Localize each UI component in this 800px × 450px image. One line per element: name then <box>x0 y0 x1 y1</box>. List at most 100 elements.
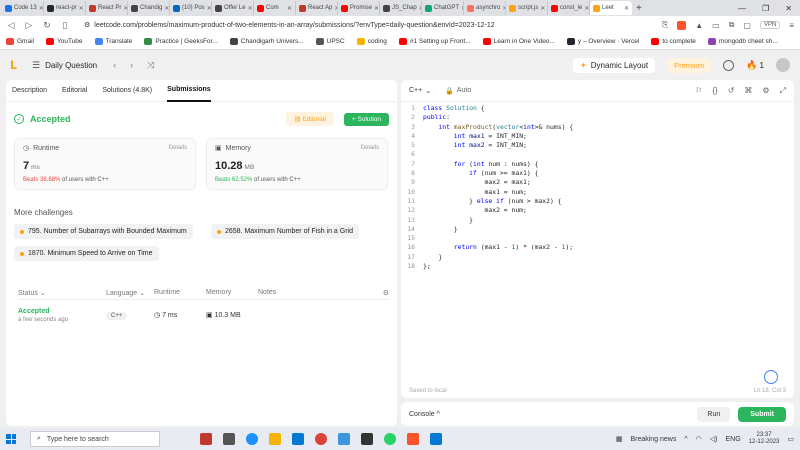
breaking-news[interactable]: Breaking news <box>630 436 676 443</box>
back-icon[interactable]: ◁ <box>6 20 16 31</box>
bookmark-item[interactable]: Translate <box>94 38 132 45</box>
next-problem-icon[interactable]: › <box>130 60 133 71</box>
problem-list-button[interactable]: ☰ Daily Question <box>32 60 97 71</box>
language-column-header[interactable]: Language ⌄ <box>106 289 154 297</box>
memory-details-link[interactable]: Details <box>361 145 379 151</box>
browser-tab[interactable]: Leet ✕ <box>590 1 632 15</box>
tab-close-icon[interactable]: ✕ <box>39 5 43 12</box>
share-icon[interactable]: ⎘ <box>662 20 668 30</box>
sidebar-icon[interactable]: ▭ <box>712 21 720 30</box>
url-field[interactable]: ⚙ leetcode.com/problems/maximum-product-… <box>78 19 548 32</box>
premium-button[interactable]: Premium <box>667 57 712 73</box>
runtime-details-link[interactable]: Details <box>169 145 187 151</box>
browser-tab[interactable]: Offer Le ✕ <box>212 1 254 15</box>
tab-description[interactable]: Description <box>12 80 47 102</box>
bookmark-item[interactable]: Chandigarh Univers... <box>229 38 304 45</box>
widget-icon[interactable] <box>200 433 212 445</box>
brave-icon[interactable] <box>407 433 419 445</box>
browser-tab[interactable]: JS_Chap✕ <box>380 1 422 15</box>
bookmark-item[interactable]: #1 Setting up Front... <box>398 38 471 45</box>
browser-tab[interactable]: asynchro✕ <box>464 1 506 15</box>
challenge-chip[interactable]: 795. Number of Subarrays with Bounded Ma… <box>14 224 193 239</box>
prev-problem-icon[interactable]: ‹ <box>113 60 116 71</box>
browser-tab[interactable]: ChatGPT✕ <box>422 1 464 15</box>
shuffle-icon[interactable]: ⤨ <box>147 60 154 71</box>
browser-tab[interactable]: react-pr ✕ <box>44 1 86 15</box>
language-indicator[interactable]: ENG <box>726 436 741 443</box>
chrome-icon[interactable] <box>315 433 327 445</box>
tab-editorial[interactable]: Editorial <box>62 80 87 102</box>
site-info-icon[interactable]: ⚙ <box>84 21 90 29</box>
auto-format-toggle[interactable]: 🔒 Auto <box>445 87 471 95</box>
tray-chevron-icon[interactable]: ^ <box>684 436 687 443</box>
menu-icon[interactable]: ≡ <box>789 21 794 30</box>
windows-start-icon[interactable] <box>6 434 16 444</box>
console-toggle[interactable]: Console ^ <box>409 411 440 418</box>
language-select[interactable]: C++ ⌄ <box>409 87 431 95</box>
tab-close-icon[interactable]: ✕ <box>164 5 169 12</box>
extensions-icon[interactable]: ⧉ <box>729 20 735 30</box>
bookmark-item[interactable]: YouTube <box>45 38 83 45</box>
browser-tab[interactable]: Com ✕ <box>254 1 296 15</box>
edge-icon[interactable] <box>246 433 258 445</box>
terminal-icon[interactable] <box>361 433 373 445</box>
brave-shields-icon[interactable] <box>677 20 687 30</box>
brave-rewards-icon[interactable]: ▲ <box>695 21 703 30</box>
bookmark-item[interactable]: Practice | GeeksFor... <box>144 38 218 45</box>
vscode-icon[interactable] <box>430 433 442 445</box>
reset-icon[interactable]: ↺ <box>728 86 735 96</box>
table-row[interactable]: Accepted a few seconds ago C++ ◷ 7 ms ▣ … <box>18 304 389 326</box>
status-column-header[interactable]: Status ⌄ <box>18 289 106 297</box>
solution-button[interactable]: + Solution <box>343 112 389 126</box>
new-tab-button[interactable]: + <box>636 3 642 14</box>
taskbar-search-input[interactable]: ⌕ Type here to search <box>30 431 160 447</box>
bookmark-item[interactable]: mongodb cheet sh... <box>707 38 778 45</box>
file-explorer-icon[interactable] <box>269 433 281 445</box>
news-icon[interactable]: ▦ <box>616 435 623 443</box>
tab-close-icon[interactable]: ✕ <box>248 5 253 12</box>
wallet-icon[interactable]: ▢ <box>743 21 751 30</box>
whatsapp-icon[interactable] <box>384 433 396 445</box>
taskbar-clock[interactable]: 23:37 12-12-2023 <box>749 432 780 446</box>
tab-close-icon[interactable]: ✕ <box>287 5 292 12</box>
tab-submissions[interactable]: Submissions <box>167 80 211 102</box>
bookmark-item[interactable]: Learn in One Video... <box>482 38 555 45</box>
runtime-card[interactable]: ◷ Runtime Details 7 ms Beats 38.88% of us… <box>14 138 196 190</box>
notifications-icon[interactable]: ▭ <box>787 435 794 443</box>
vpn-button[interactable]: VPN <box>759 21 781 29</box>
tab-close-icon[interactable]: ✕ <box>207 5 211 12</box>
maximize-icon[interactable]: ❐ <box>762 4 769 13</box>
browser-tab[interactable]: React Ap✕ <box>296 1 338 15</box>
avatar[interactable] <box>776 58 790 72</box>
memory-card[interactable]: ▣ Memory Details 10.28 MB Beats 62.52% of… <box>206 138 388 190</box>
bookmark-item[interactable]: y – Overview · Vercel <box>566 38 639 45</box>
task-view-icon[interactable] <box>223 433 235 445</box>
close-window-icon[interactable]: ✕ <box>785 4 792 13</box>
tab-close-icon[interactable]: ✕ <box>374 5 379 12</box>
mail-icon[interactable] <box>292 433 304 445</box>
challenge-chip[interactable]: 2658. Maximum Number of Fish in a Grid <box>211 224 359 239</box>
browser-tab[interactable]: React Pr ✕ <box>86 1 128 15</box>
timer-icon[interactable] <box>723 59 735 71</box>
challenge-chip[interactable]: 1870. Minimum Speed to Arrive on Time <box>14 246 159 261</box>
browser-tab[interactable]: Chandig ✕ <box>128 1 170 15</box>
tab-close-icon[interactable]: ✕ <box>540 5 545 12</box>
bookmark-page-icon[interactable]: ▯ <box>60 20 70 31</box>
streak-counter[interactable]: 🔥 1 <box>746 60 764 71</box>
forward-icon[interactable]: ▷ <box>24 20 34 31</box>
browser-tab[interactable]: script.js ✕ <box>506 1 548 15</box>
settings-icon[interactable]: ⚙ <box>762 86 769 96</box>
submit-button[interactable]: Submit <box>738 406 786 422</box>
shortcuts-icon[interactable]: ⌘ <box>744 86 752 96</box>
bookmark-item[interactable]: coding <box>356 38 387 45</box>
network-icon[interactable]: ◠ <box>696 435 702 443</box>
braces-icon[interactable]: {} <box>712 86 717 96</box>
tab-close-icon[interactable]: ✕ <box>584 5 589 12</box>
leetcode-logo-icon[interactable]: ᒪ <box>10 59 22 72</box>
bookmark-item[interactable]: UPSC <box>315 38 345 45</box>
browser-tab[interactable]: const_le ✕ <box>548 1 590 15</box>
browser-tab[interactable]: (10) Pos ✕ <box>170 1 212 15</box>
browser-tab[interactable]: Promise ✕ <box>338 1 380 15</box>
bookmark-item[interactable]: Gmail <box>6 38 34 45</box>
bookmark-icon[interactable]: ⚐ <box>695 86 702 96</box>
